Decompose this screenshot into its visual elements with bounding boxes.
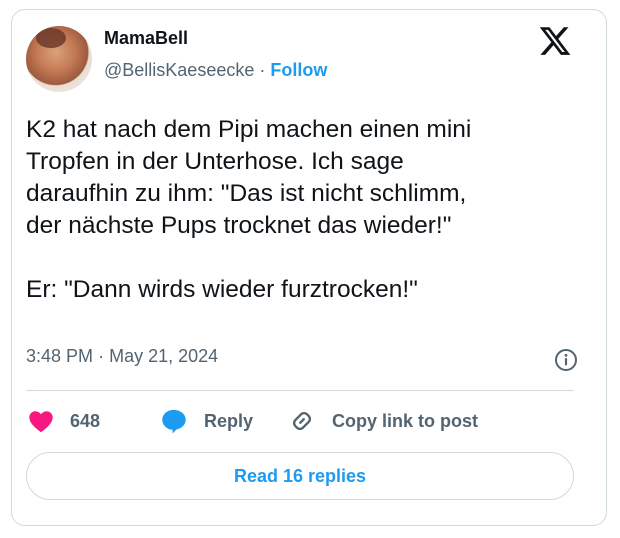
tweet-timestamp[interactable]: 3:48 PM · May 21, 2024 [26,346,218,367]
handle-separator: · [259,60,266,80]
like-count: 648 [70,410,101,431]
like-button[interactable]: 648 [26,406,100,436]
x-logo-icon[interactable] [538,24,572,58]
timestamp-separator: · [98,346,105,366]
author-handle-row: @BellisKaeseecke · Follow [104,60,327,81]
read-replies-button[interactable]: Read 16 replies [26,452,574,500]
tweet-text: K2 hat nach dem Pipi machen einen mini T… [26,116,472,303]
author-handle[interactable]: @BellisKaeseecke [104,60,254,80]
info-icon[interactable] [554,348,578,372]
reply-button[interactable]: Reply [158,406,253,436]
copy-link-label: Copy link to post [332,410,478,431]
author-name[interactable]: MamaBell [104,28,188,49]
tweet-date: May 21, 2024 [109,346,219,366]
divider [26,390,574,391]
avatar[interactable] [26,26,92,92]
heart-icon [29,411,53,433]
copy-link-button[interactable]: Copy link to post [288,406,478,436]
speech-bubble-icon [162,409,186,434]
tweet-time: 3:48 PM [26,346,94,366]
reply-label: Reply [204,410,254,431]
follow-button[interactable]: Follow [270,60,327,80]
link-icon [292,411,312,431]
